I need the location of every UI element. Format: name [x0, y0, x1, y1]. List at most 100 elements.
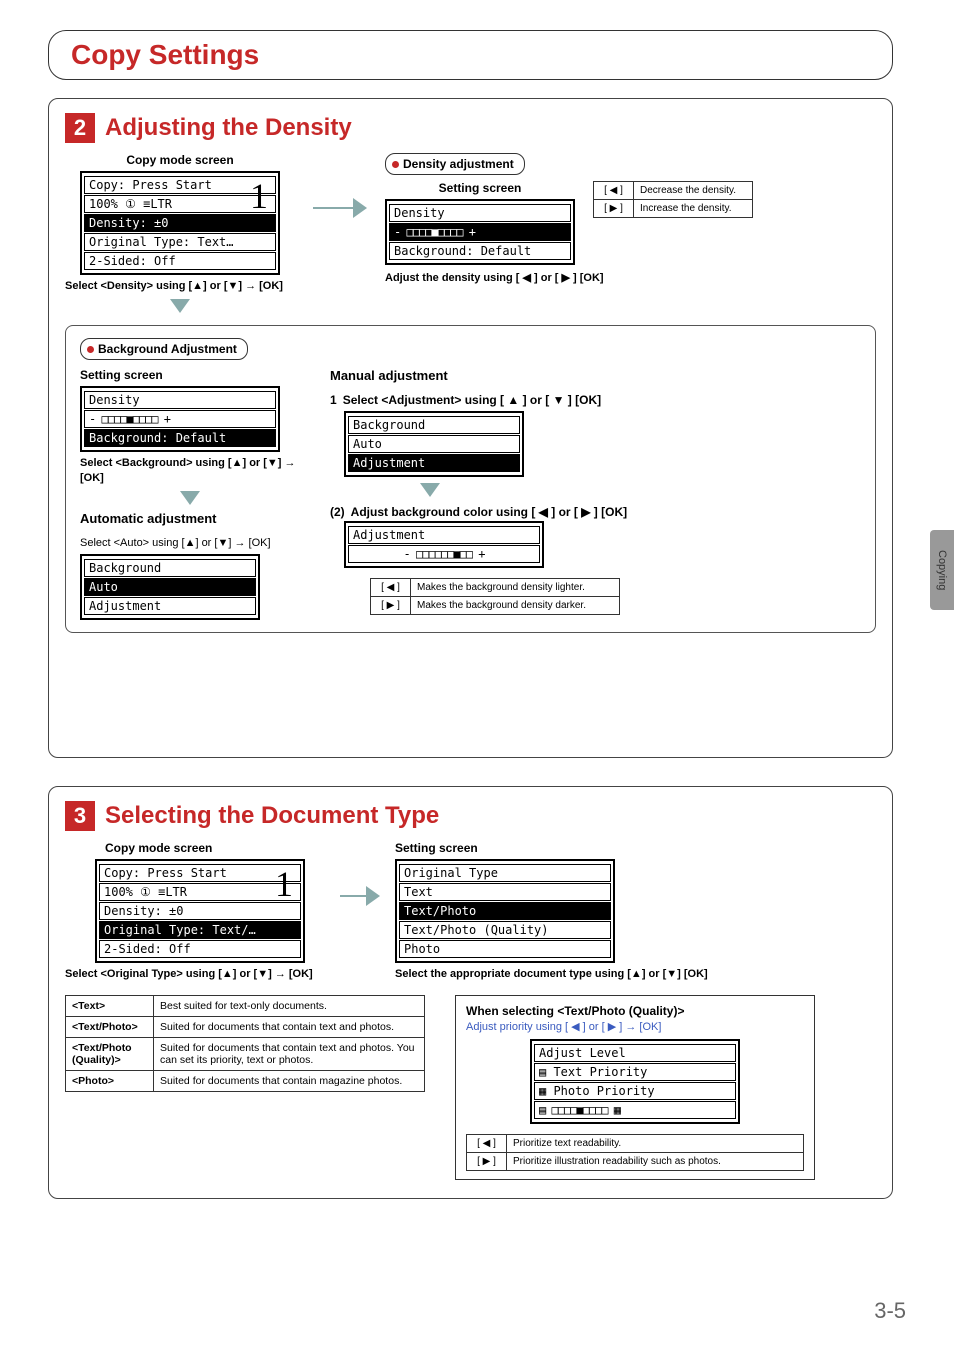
- key-desc: Prioritize illustration readability such…: [507, 1153, 803, 1170]
- lcd-line: Adjustment: [348, 526, 540, 544]
- doctype-desc: Suited for documents that contain text a…: [154, 1038, 425, 1071]
- lcd-line: Text: [399, 883, 611, 901]
- lcd-line-selected: Background: Default: [84, 429, 276, 447]
- doctype-desc: Suited for documents that contain text a…: [154, 1017, 425, 1038]
- lcd-line: Auto: [348, 435, 520, 453]
- lcd-line: Background: [348, 416, 520, 434]
- step-badge-3: 3: [65, 801, 95, 831]
- background-adjust-tab: Background Adjustment: [80, 338, 248, 360]
- density-adjust-tab: Density adjustment: [385, 153, 525, 175]
- lcd-slider: - □□□□□□■□□ +: [348, 545, 540, 563]
- key-left: [ ◀ ]: [594, 182, 634, 199]
- key-desc: Makes the background density darker.: [411, 597, 619, 614]
- lcd-qty: 1: [250, 175, 268, 217]
- doctype-desc: Best suited for text-only documents.: [154, 996, 425, 1017]
- arrow-down-icon: [170, 299, 190, 313]
- bullet-icon: [392, 161, 399, 168]
- setting-screen-label: Setting screen: [395, 841, 876, 855]
- lcd-line: Background: [84, 559, 256, 577]
- lcd-line: Background: Default: [389, 242, 571, 260]
- lcd-line-selected: Original Type: Text/…: [99, 921, 301, 939]
- lcd-manual-2: Adjustment - □□□□□□■□□ +: [344, 521, 544, 568]
- step-2-text: Adjust background color using [ ◀ ] or […: [351, 505, 627, 519]
- quality-sub: Adjust priority using [ ◀ ] or [ ▶ ] → […: [466, 1020, 804, 1033]
- lcd-copy-mode: 1 Copy: Press Start 100% ① ≡LTR Density:…: [80, 171, 280, 275]
- key-desc: Decrease the density.: [634, 182, 752, 199]
- page-number: 3-5: [874, 1298, 906, 1324]
- copy-mode-label: Copy mode screen: [105, 841, 325, 855]
- key-desc: Prioritize text readability.: [507, 1135, 803, 1152]
- lcd-line: Original Type: Text…: [84, 233, 276, 251]
- lcd-line: Density: [84, 391, 276, 409]
- table-row: <Text/Photo>Suited for documents that co…: [66, 1017, 425, 1038]
- instruction: Select the appropriate document type usi…: [395, 967, 876, 981]
- lcd-line-selected: Adjustment: [348, 454, 520, 472]
- lcd-copy-mode-3: 1 Copy: Press Start 100% ① ≡LTR Density:…: [95, 859, 305, 963]
- doctype-desc: Suited for documents that contain magazi…: [154, 1071, 425, 1092]
- lcd-line: Adjustment: [84, 597, 256, 615]
- auto-adjust-title: Automatic adjustment: [80, 511, 300, 526]
- instruction: Adjust the density using [ ◀ ] or [ ▶ ] …: [385, 271, 876, 285]
- lcd-line: 2-Sided: Off: [84, 252, 276, 270]
- lcd-line: ▦ Photo Priority: [534, 1082, 736, 1100]
- key-left: [ ◀ ]: [371, 579, 411, 596]
- lcd-line-selected: Density: ±0: [84, 214, 276, 232]
- lcd-line: Text/Photo (Quality): [399, 921, 611, 939]
- lcd-density: Density - □□□□■□□□□ + Background: Defaul…: [385, 199, 575, 265]
- section-density: 2 Adjusting the Density Copy mode screen…: [48, 98, 893, 758]
- table-row: <Photo>Suited for documents that contain…: [66, 1071, 425, 1092]
- lcd-slider: ▤ □□□□■□□□□ ▦: [534, 1101, 736, 1119]
- step-badge-2: 2: [65, 113, 95, 143]
- key-left: [ ◀ ]: [467, 1135, 507, 1152]
- section-doctype: 3 Selecting the Document Type Copy mode …: [48, 786, 893, 1199]
- instruction: Select <Original Type> using [▲] or [▼] …: [65, 967, 325, 981]
- copy-mode-label: Copy mode screen: [126, 153, 233, 167]
- lcd-manual-1: Background Auto Adjustment: [344, 411, 524, 477]
- lcd-line-selected: Text/Photo: [399, 902, 611, 920]
- bullet-icon: [87, 346, 94, 353]
- doctype-key: <Text/Photo>: [66, 1017, 154, 1038]
- lcd-bg: Density - □□□□■□□□□ + Background: Defaul…: [80, 386, 280, 452]
- step-num-2: (2): [330, 505, 345, 519]
- page-frame: Copy Settings 2 Adjusting the Density Co…: [48, 30, 893, 1290]
- lcd-quality: Adjust Level ▤ Text Priority ▦ Photo Pri…: [530, 1039, 740, 1124]
- lcd-line: Photo: [399, 940, 611, 958]
- lcd-line: Density: ±0: [99, 902, 301, 920]
- key-desc: Increase the density.: [634, 200, 752, 217]
- lcd-line-selected: Auto: [84, 578, 256, 596]
- key-desc: Makes the background density lighter.: [411, 579, 619, 596]
- instruction: Select <Auto> using [▲] or [▼] → [OK]: [80, 536, 300, 550]
- quality-title: When selecting <Text/Photo (Quality)>: [466, 1004, 804, 1018]
- lcd-original-type: Original Type Text Text/Photo Text/Photo…: [395, 859, 615, 963]
- title-banner: Copy Settings: [48, 30, 893, 80]
- lcd-line: Original Type: [399, 864, 611, 882]
- key-right: [ ▶ ]: [467, 1153, 507, 1170]
- manual-adjust-title: Manual adjustment: [330, 368, 861, 383]
- lcd-line: 2-Sided: Off: [99, 940, 301, 958]
- instruction: Select <Density> using [▲] or [▼] → [OK]: [65, 279, 283, 293]
- lcd-qty: 1: [275, 863, 293, 905]
- lcd-line: Copy: Press Start: [99, 864, 301, 882]
- lcd-line: 100% ① ≡LTR: [99, 883, 301, 901]
- instruction: Select <Background> using [▲] or [▼] → […: [80, 456, 300, 485]
- lcd-line: 100% ① ≡LTR: [84, 195, 276, 213]
- lcd-slider: - □□□□■□□□□ +: [389, 223, 571, 241]
- doctype-key: <Text/Photo (Quality)>: [66, 1038, 154, 1071]
- section-title-2: Adjusting the Density: [105, 114, 352, 142]
- doctype-key: <Text>: [66, 996, 154, 1017]
- key-right: [ ▶ ]: [594, 200, 634, 217]
- side-tab: Copying: [930, 530, 954, 610]
- tab-label: Background Adjustment: [98, 342, 237, 356]
- doctype-table: <Text>Best suited for text-only document…: [65, 995, 425, 1092]
- quality-key-table: [ ◀ ]Prioritize text readability. [ ▶ ]P…: [466, 1134, 804, 1171]
- step-num-1: 1: [330, 393, 337, 407]
- arrow-down-icon: [180, 491, 200, 505]
- lcd-line: Adjust Level: [534, 1044, 736, 1062]
- table-row: <Text/Photo (Quality)>Suited for documen…: [66, 1038, 425, 1071]
- side-tab-label: Copying: [936, 550, 948, 590]
- step-1-text: Select <Adjustment> using [ ▲ ] or [ ▼ ]…: [343, 393, 601, 407]
- doctype-key: <Photo>: [66, 1071, 154, 1092]
- lcd-slider: - □□□□■□□□□ +: [84, 410, 276, 428]
- table-row: <Text>Best suited for text-only document…: [66, 996, 425, 1017]
- density-key-table: [ ◀ ]Decrease the density. [ ▶ ]Increase…: [593, 181, 753, 218]
